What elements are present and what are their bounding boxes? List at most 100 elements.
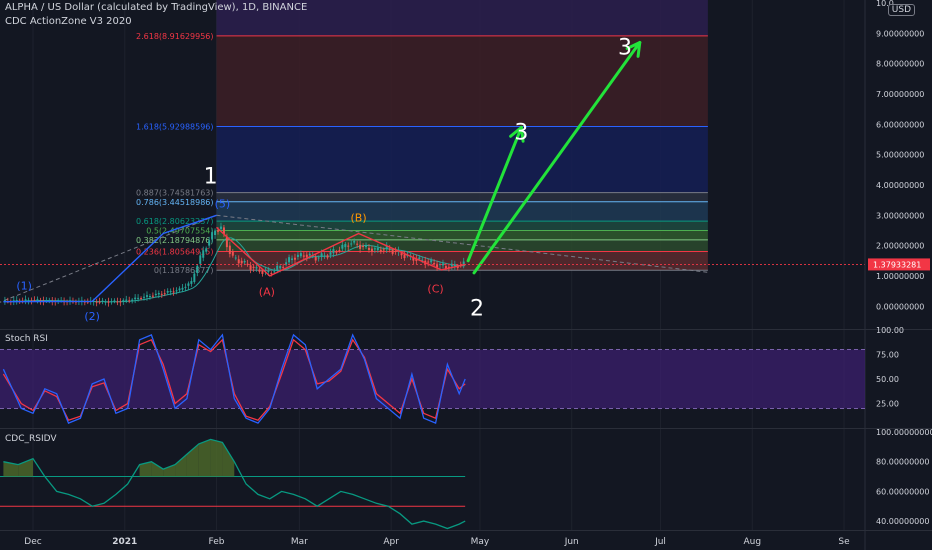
candle-body <box>95 301 98 303</box>
fib-label-2: 0.382(2.18794876) <box>136 236 214 245</box>
time-axis-tick-1: 2021 <box>112 537 137 547</box>
candle-body <box>305 254 308 258</box>
rsidv-series <box>3 438 466 530</box>
candle-body <box>122 300 125 302</box>
candle-body <box>190 281 193 284</box>
rsidv-axis-tick-1: 80.00000000 <box>876 458 929 467</box>
candle-body <box>193 273 196 282</box>
candle-body <box>166 291 169 293</box>
candle-body <box>258 269 261 272</box>
fib-zone-3 <box>216 221 708 231</box>
price-axis-tick-1: 1.00000000 <box>876 272 924 281</box>
candle-body <box>24 299 27 301</box>
stoch-axis-tick-3: 25.00 <box>876 400 899 409</box>
price-axis-tick-7: 7.00000000 <box>876 90 924 99</box>
fib-label-7: 1.618(5.92988596) <box>136 122 214 131</box>
candle-body <box>314 256 317 261</box>
candle-body <box>362 245 365 247</box>
candle-body <box>394 250 397 252</box>
candle-body <box>430 260 433 263</box>
candle-body <box>148 295 151 297</box>
candle-body <box>296 254 299 257</box>
candle-body <box>172 291 175 293</box>
candle-body <box>341 244 344 249</box>
chart-canvas: 0(1.18786877)0.236(1.80564915)0.382(2.18… <box>0 0 932 550</box>
candle-body <box>427 261 430 263</box>
time-axis-tick-4: Apr <box>383 537 399 547</box>
candle-body <box>15 300 18 302</box>
candle-body <box>320 253 323 257</box>
candle-body <box>350 243 353 245</box>
time-axis-tick-3: Mar <box>291 537 308 547</box>
candle-body <box>403 254 406 259</box>
price-axis-tick-9: 9.00000000 <box>876 29 924 38</box>
candle-body <box>143 296 146 298</box>
candle-body <box>113 300 116 302</box>
wave-label-8: 3 <box>514 120 528 145</box>
last-price-label: 1.37933281 <box>873 260 921 269</box>
fib-label-0: 0(1.18786877) <box>154 266 214 275</box>
candle-body <box>217 230 220 232</box>
fib-zone-1 <box>216 239 708 252</box>
wave-label-6: (C) <box>427 283 443 296</box>
wave-label-7: 2 <box>470 296 484 321</box>
candle-body <box>178 288 181 291</box>
candle-body <box>140 298 143 300</box>
candle-body <box>347 245 350 247</box>
candle-body <box>391 249 394 254</box>
candle-body <box>205 248 208 252</box>
price-axis-tick-0: 0.00000000 <box>876 302 924 311</box>
candle-body <box>282 266 285 268</box>
rsidv-fill <box>175 454 187 477</box>
candle-body <box>154 293 157 296</box>
time-axis-tick-8: Aug <box>743 537 761 547</box>
candle-body <box>382 249 385 251</box>
time-axis-tick-5: May <box>471 537 490 547</box>
candle-body <box>48 299 51 301</box>
candle-body <box>373 248 376 250</box>
currency-button[interactable]: USD <box>887 4 915 16</box>
candle-body <box>344 244 347 248</box>
fib-label-6: 0.887(3.74581763) <box>136 189 214 198</box>
candle-body <box>187 283 190 286</box>
candle-body <box>128 300 131 302</box>
time-axis-tick-9: Se <box>838 537 850 547</box>
fib-label-5: 0.786(3.44518986) <box>136 198 214 207</box>
wave-label-1: (2) <box>84 310 100 323</box>
candle-body <box>299 253 302 257</box>
price-axis-tick-3: 3.00000000 <box>876 211 924 220</box>
candle-body <box>184 286 187 288</box>
rsidv-fill <box>151 461 164 477</box>
candle-body <box>441 263 444 266</box>
candle-body <box>151 295 154 297</box>
candle-body <box>196 265 199 273</box>
fib-zone-4 <box>216 201 708 222</box>
candle-body <box>270 272 273 274</box>
candle-body <box>365 245 368 248</box>
price-axis-tick-5: 5.00000000 <box>876 151 924 160</box>
price-axis-tick-4: 4.00000000 <box>876 181 924 190</box>
price-axis-tick-6: 6.00000000 <box>876 120 924 129</box>
candle-body <box>101 300 104 302</box>
candle-body <box>208 240 211 246</box>
candle-body <box>261 270 264 274</box>
candle-body <box>228 245 231 254</box>
candle-body <box>36 299 39 301</box>
time-axis-tick-0: Dec <box>24 537 41 547</box>
wave-label-4: (A) <box>259 286 275 299</box>
wave-label-0: (1) <box>16 280 32 293</box>
fib-zone-2 <box>216 230 708 240</box>
candle-body <box>276 265 279 270</box>
candle-body <box>376 247 379 251</box>
time-axis-tick-7: Jul <box>654 537 666 547</box>
candle-body <box>302 255 305 257</box>
stoch-axis-tick-1: 75.00 <box>876 351 899 360</box>
fib-zone-5 <box>216 192 708 202</box>
candle-body <box>249 265 252 270</box>
candle-body <box>199 255 202 264</box>
candle-body <box>211 232 214 240</box>
candle-body <box>291 258 294 261</box>
candle-body <box>359 244 362 249</box>
candle-body <box>293 257 296 260</box>
candle-body <box>418 257 421 260</box>
